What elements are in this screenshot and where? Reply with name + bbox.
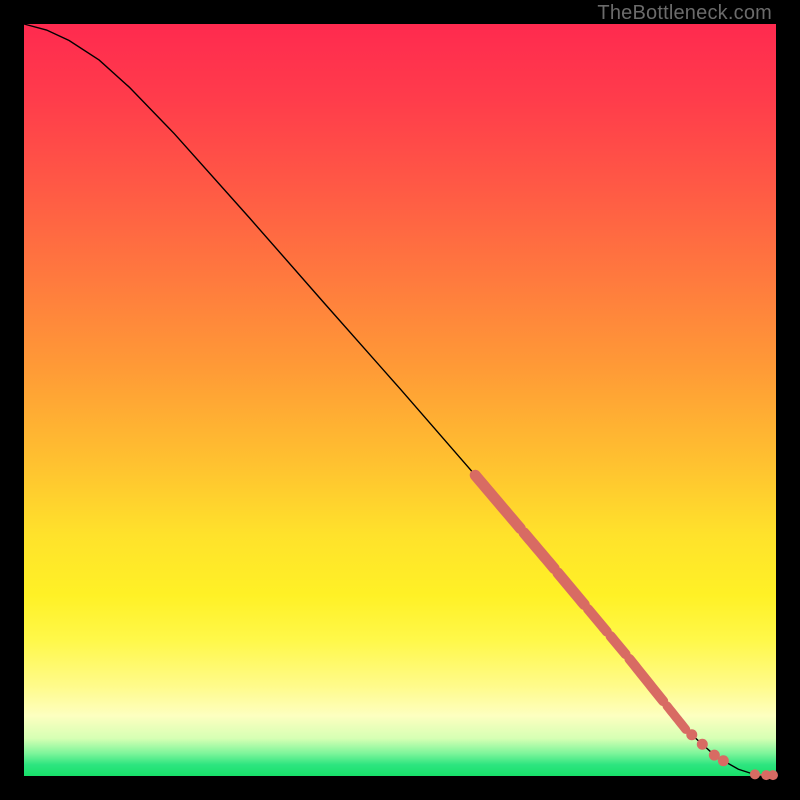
highlight-segment bbox=[629, 659, 663, 701]
highlight-segment bbox=[588, 609, 607, 632]
highlight-segment bbox=[524, 533, 554, 569]
highlight-point bbox=[718, 755, 729, 766]
marker-layer bbox=[686, 729, 778, 780]
highlight-point bbox=[686, 729, 697, 740]
tail-connector bbox=[755, 774, 773, 775]
bottleneck-chart bbox=[24, 24, 776, 776]
watermark-text: TheBottleneck.com bbox=[597, 2, 772, 25]
highlight-point bbox=[697, 739, 708, 750]
highlight-segment bbox=[558, 573, 584, 605]
highlight-layer bbox=[475, 475, 686, 729]
highlight-segment bbox=[611, 636, 626, 654]
highlight-segment bbox=[667, 706, 686, 730]
bottleneck-curve bbox=[24, 24, 776, 775]
highlight-segment bbox=[475, 475, 520, 528]
